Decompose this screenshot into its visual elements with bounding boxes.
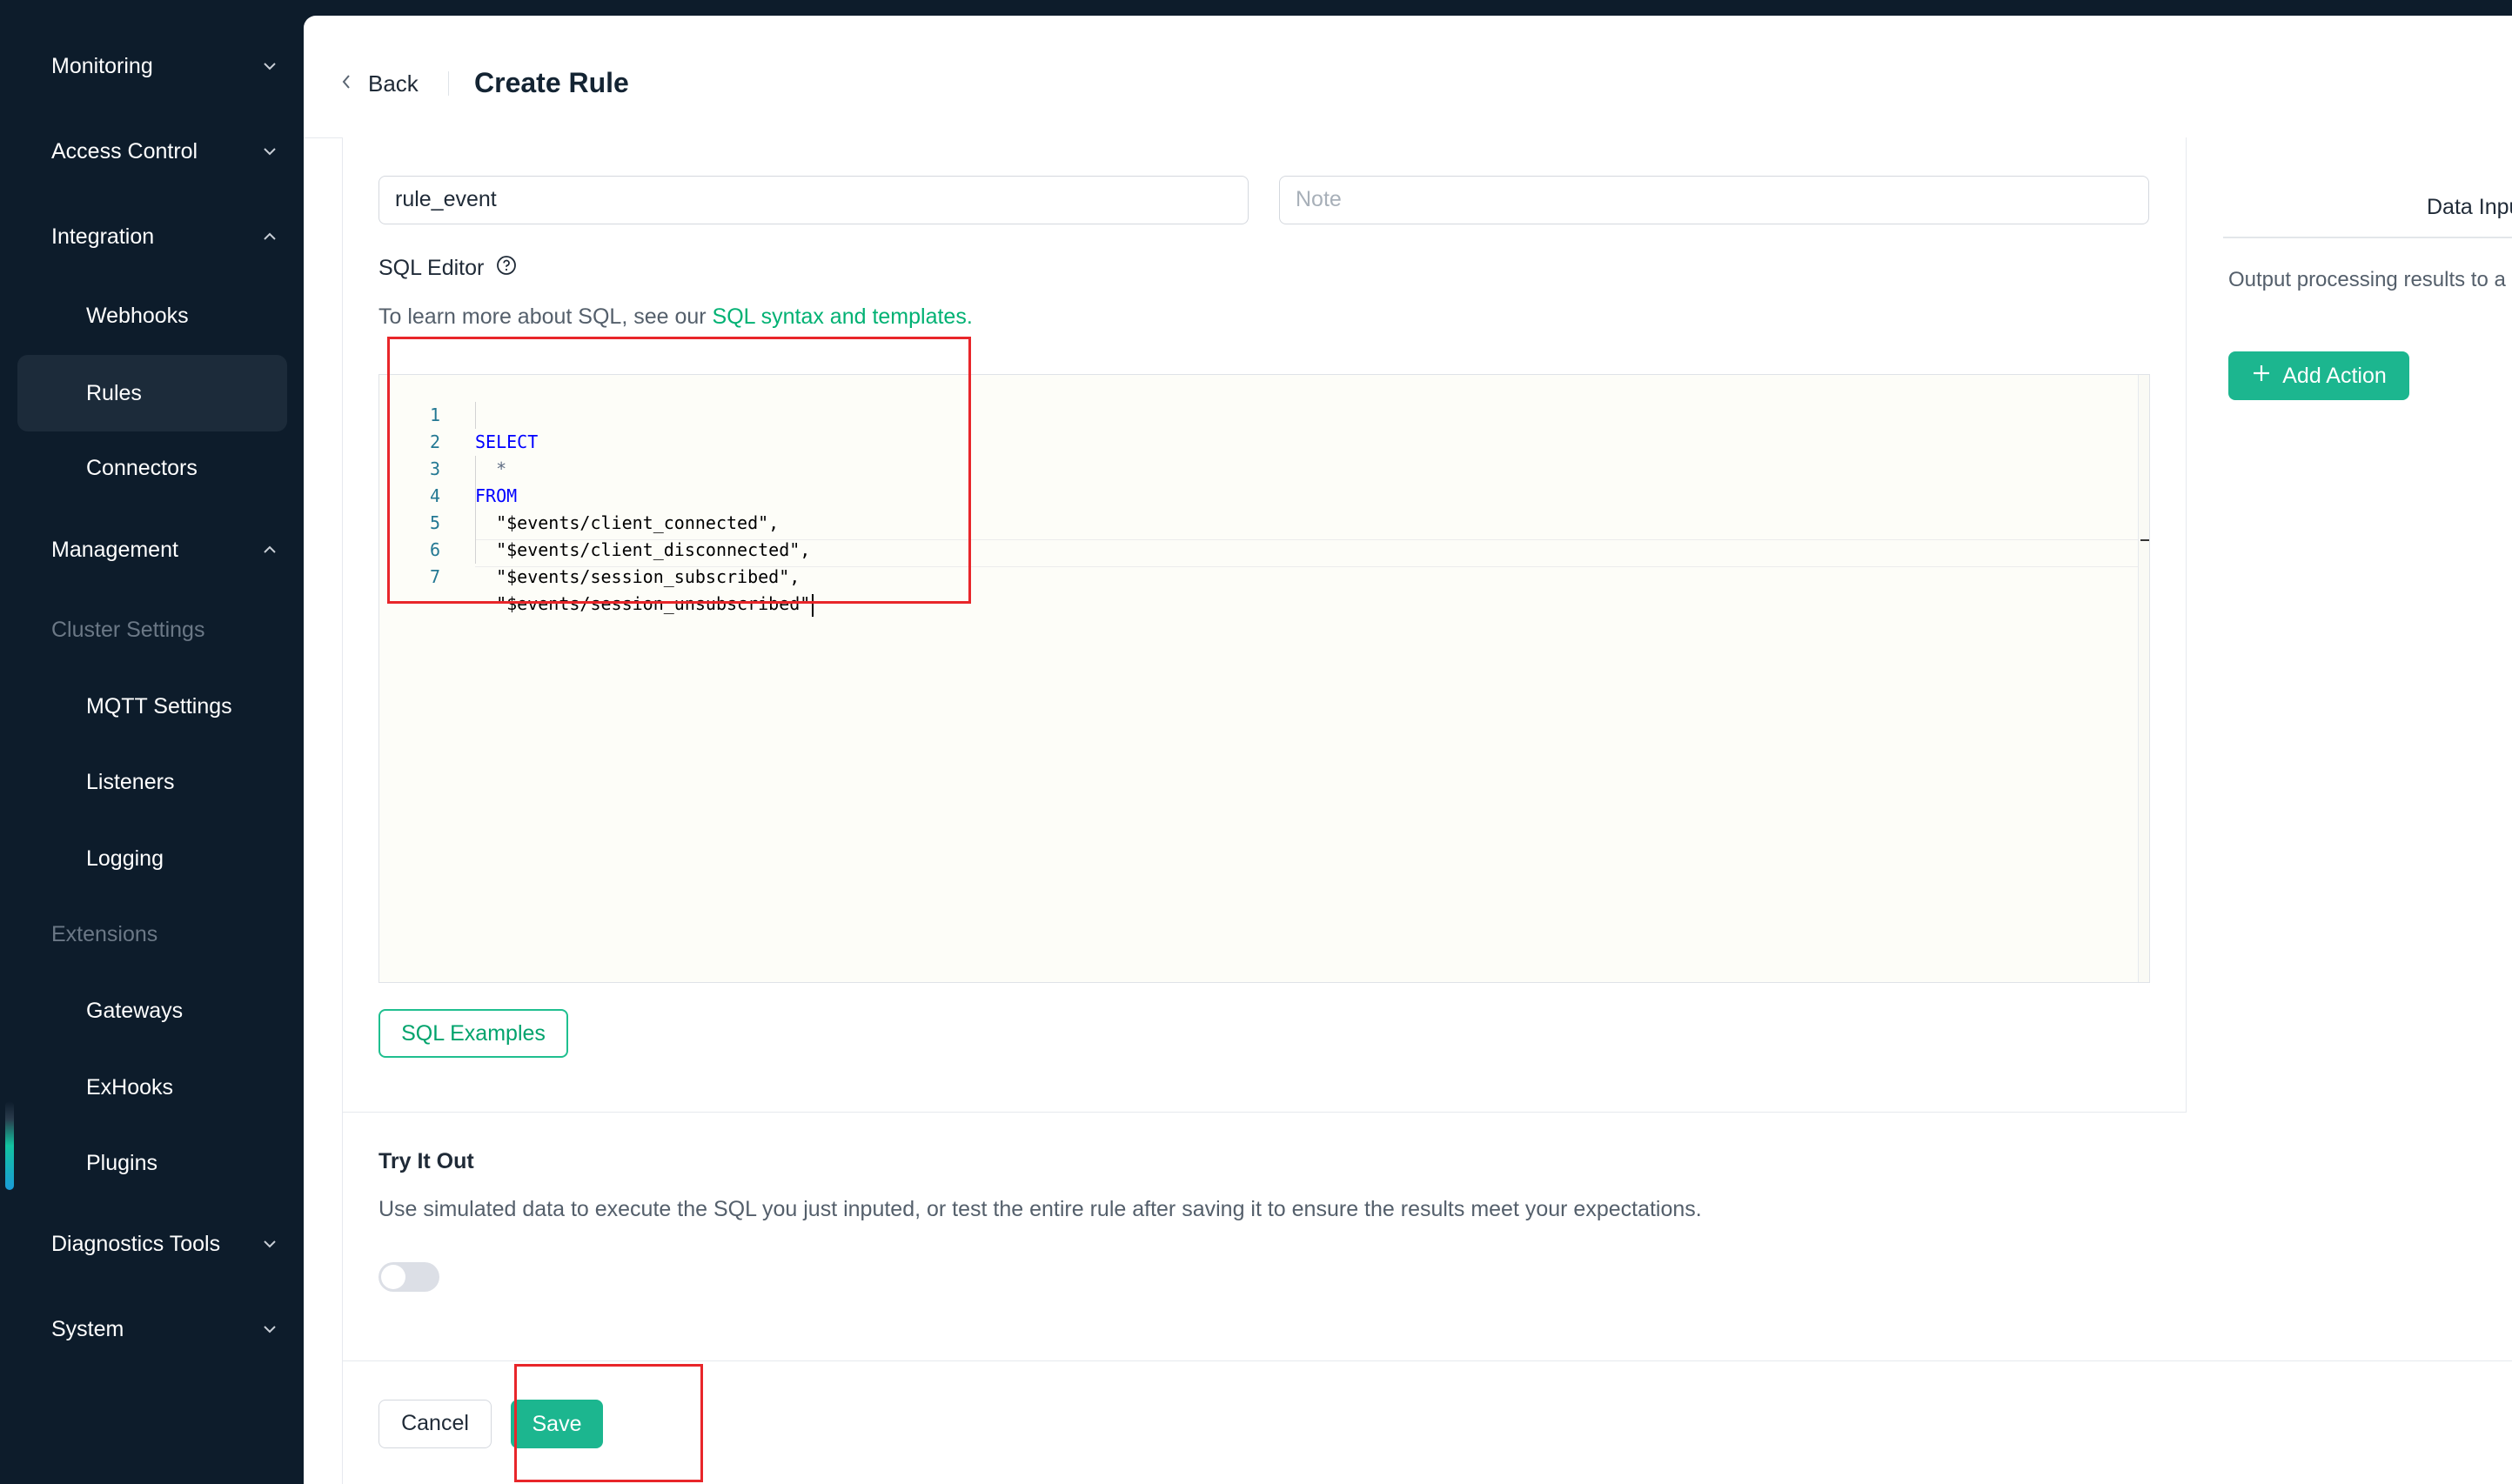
sidebar-item-label: System [51,1317,124,1341]
plus-icon [2251,363,2272,390]
chevron-left-icon [340,72,352,96]
code-line-with-caret: "$events/session_unsubscribed" [475,591,814,618]
main-content: Back Create Rule rule_event Note SQL Edi… [304,16,2512,1484]
code-line: 7 "$events/session_unsubscribed" [379,537,2149,617]
sidebar-item-label: Gateways [86,999,184,1023]
note-input[interactable]: Note [1279,176,2149,224]
sidebar-item-label: Monitoring [51,54,153,78]
code-text: "$events/session_unsubscribed" [475,593,811,614]
sidebar-item-label: Plugins [86,1151,157,1175]
editor-scrollbar[interactable] [2138,375,2149,982]
sidebar-item-management[interactable]: Management [17,511,287,588]
try-it-out-title: Try It Out [378,1149,474,1173]
sidebar-item-label: ExHooks [86,1075,174,1100]
sidebar-item-listeners[interactable]: Listeners [17,744,287,820]
sidebar-item-label: MQTT Settings [86,694,232,719]
tab-data-inputs[interactable]: Data Inputs [2223,188,2512,238]
sidebar-item-webhooks[interactable]: Webhooks [17,277,287,354]
header-divider [448,71,449,96]
add-action-label: Add Action [2282,363,2387,388]
sidebar-item-connectors[interactable]: Connectors [17,430,287,506]
question-circle-icon[interactable] [496,255,517,282]
code-text: "$events/session_subscribed", [475,566,800,587]
chevron-up-icon [261,230,278,244]
sidebar-item-system[interactable]: System [17,1291,287,1367]
sidebar-group-cluster-settings: Cluster Settings [17,592,287,668]
chevron-down-icon [261,59,278,73]
sidebar-item-mqtt-settings[interactable]: MQTT Settings [17,668,287,745]
sidebar-item-rules[interactable]: Rules [17,355,287,431]
line-number: 7 [429,566,440,587]
footer-divider [343,1360,2512,1361]
sidebar-group-label: Extensions [51,922,158,946]
chevron-down-icon [261,1237,278,1251]
sidebar-item-integration[interactable]: Integration [17,198,287,275]
add-action-button[interactable]: Add Action [2228,351,2409,400]
chevron-down-icon [261,1322,278,1336]
toggle-knob [381,1265,405,1289]
sql-pane: rule_event Note SQL Editor To learn more… [343,137,2187,1113]
sidebar: Monitoring Access Control Integration We… [0,0,304,1484]
sql-help-prefix: To learn more about SQL, see our [378,304,713,329]
sidebar-item-label: Rules [86,381,142,405]
sidebar-item-label: Diagnostics Tools [51,1232,221,1256]
code-line: 3 FROM [379,429,2149,506]
code-line: 2 * [379,402,2149,479]
sidebar-scrollbar[interactable] [5,1101,14,1190]
actions-pane: Data Inputs Output processing results to… [2187,137,2512,1112]
try-it-out-description: Use simulated data to execute the SQL yo… [378,1197,1702,1221]
sql-help-text: To learn more about SQL, see our SQL syn… [378,304,973,330]
sql-editor-title: SQL Editor [378,255,485,280]
sql-editor-label: SQL Editor [378,251,517,285]
sidebar-item-access-control[interactable]: Access Control [17,113,287,190]
sql-examples-button[interactable]: SQL Examples [378,1009,568,1058]
code-line: 6 "$events/session_subscribed", [379,510,2149,587]
sidebar-item-plugins[interactable]: Plugins [17,1125,287,1201]
chevron-down-icon [261,144,278,158]
save-button[interactable]: Save [511,1400,603,1448]
sidebar-item-label: Logging [86,846,164,871]
chevron-up-icon [261,543,278,557]
back-label: Back [368,70,419,97]
cancel-button[interactable]: Cancel [378,1400,492,1448]
back-button[interactable]: Back [340,66,419,101]
code-line: 5 "$events/client_disconnected", [379,483,2149,560]
rule-name-input[interactable]: rule_event [378,176,1249,224]
try-it-out-toggle[interactable] [378,1262,439,1292]
rule-form-card: rule_event Note SQL Editor To learn more… [342,137,2512,1484]
top-bar [304,0,2512,16]
tab-label: Data Inputs [2427,195,2512,219]
sidebar-group-label: Cluster Settings [51,618,205,642]
output-description: Output processing results to a [2228,268,2506,291]
sidebar-item-label: Access Control [51,139,198,164]
sidebar-item-monitoring[interactable]: Monitoring [17,28,287,104]
editor-cursor-marker [2140,539,2149,541]
code-line: 1 SELECT [379,375,2149,452]
sidebar-item-diagnostics-tools[interactable]: Diagnostics Tools [17,1206,287,1282]
page-header: Back Create Rule [304,16,2512,138]
sql-code-editor[interactable]: 1 SELECT 2 * 3 FROM 4 "$events/client_co… [378,374,2150,983]
sidebar-item-label: Webhooks [86,304,189,328]
sidebar-item-logging[interactable]: Logging [17,820,287,897]
sidebar-item-gateways[interactable]: Gateways [17,973,287,1049]
sql-syntax-link[interactable]: SQL syntax and templates. [713,304,973,329]
code-line: 4 "$events/client_connected", [379,456,2149,533]
sidebar-item-label: Integration [51,224,155,249]
text-caret [812,593,814,617]
sidebar-item-label: Connectors [86,456,198,480]
sidebar-item-exhooks[interactable]: ExHooks [17,1049,287,1126]
sidebar-item-label: Listeners [86,770,175,794]
sidebar-group-extensions: Extensions [17,896,287,973]
page-title: Create Rule [474,67,629,98]
sidebar-item-label: Management [51,538,178,562]
